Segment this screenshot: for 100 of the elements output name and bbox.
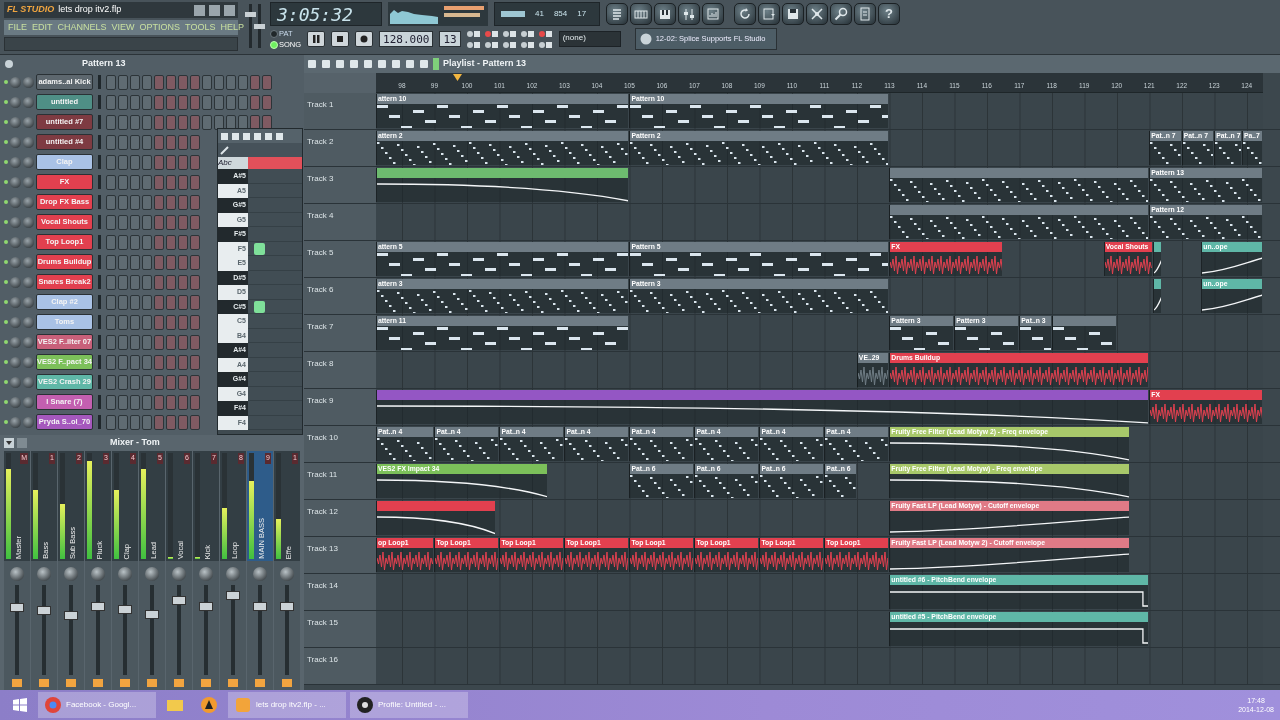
channel-led[interactable] bbox=[4, 240, 8, 244]
step-button[interactable] bbox=[154, 134, 164, 150]
volume-knob[interactable] bbox=[23, 196, 34, 208]
pan-knob[interactable] bbox=[91, 567, 105, 581]
step-button[interactable] bbox=[178, 94, 188, 110]
step-button[interactable] bbox=[154, 194, 164, 210]
volume-knob[interactable] bbox=[23, 156, 34, 168]
note-block[interactable] bbox=[254, 300, 265, 313]
step-button[interactable] bbox=[178, 254, 188, 270]
pan-knob[interactable] bbox=[10, 276, 21, 288]
channel-led[interactable] bbox=[4, 180, 8, 184]
track-name[interactable]: Track 5 bbox=[307, 248, 334, 257]
volume-knob[interactable] bbox=[23, 276, 34, 288]
option-toggle[interactable] bbox=[466, 29, 481, 39]
track-name[interactable]: Track 11 bbox=[307, 470, 338, 479]
pan-knob[interactable] bbox=[10, 416, 21, 428]
step-button[interactable] bbox=[142, 254, 152, 270]
step-button[interactable] bbox=[154, 414, 164, 430]
playlist-title[interactable]: Playlist - Pattern 13 bbox=[443, 57, 527, 71]
meter-button[interactable] bbox=[702, 3, 724, 25]
track-name[interactable]: Track 12 bbox=[307, 507, 338, 516]
option-toggle[interactable] bbox=[520, 29, 535, 39]
pan-knob[interactable] bbox=[226, 567, 240, 581]
step-button[interactable] bbox=[106, 334, 116, 350]
automation-clip[interactable] bbox=[376, 168, 629, 202]
track-name[interactable]: Track 9 bbox=[307, 396, 334, 405]
fader-handle[interactable] bbox=[91, 602, 105, 611]
volume-knob[interactable] bbox=[23, 396, 34, 408]
volume-knob[interactable] bbox=[23, 316, 34, 328]
fader-handle[interactable] bbox=[280, 602, 294, 611]
step-button[interactable] bbox=[154, 354, 164, 370]
tempo-display[interactable]: 128.000 bbox=[379, 31, 434, 48]
menu-item[interactable]: OPTIONS bbox=[139, 20, 181, 35]
step-button[interactable] bbox=[190, 154, 200, 170]
pattern-clip[interactable] bbox=[1051, 316, 1116, 350]
option-toggle[interactable] bbox=[538, 29, 553, 39]
step-button[interactable] bbox=[142, 294, 152, 310]
step-button[interactable] bbox=[142, 334, 152, 350]
track-name[interactable]: Track 7 bbox=[307, 322, 334, 331]
step-button[interactable] bbox=[262, 94, 272, 110]
volume-knob[interactable] bbox=[23, 356, 34, 368]
channel-led[interactable] bbox=[4, 120, 8, 124]
step-button[interactable] bbox=[178, 394, 188, 410]
channel-led[interactable] bbox=[4, 420, 8, 424]
step-button[interactable] bbox=[130, 274, 140, 290]
track-header[interactable]: Track 5 bbox=[303, 241, 376, 277]
channel-led[interactable] bbox=[4, 200, 8, 204]
volume-knob[interactable] bbox=[23, 116, 34, 128]
step-button[interactable] bbox=[118, 74, 128, 90]
track-name[interactable]: Track 16 bbox=[307, 655, 338, 664]
option-toggle[interactable] bbox=[520, 40, 535, 50]
pan-knob[interactable] bbox=[10, 96, 21, 108]
step-button[interactable] bbox=[166, 74, 176, 90]
channel-led[interactable] bbox=[4, 380, 8, 384]
track-header[interactable]: Track 2 bbox=[303, 130, 376, 166]
track-header[interactable]: Track 14 bbox=[303, 574, 376, 610]
channel-led[interactable] bbox=[4, 280, 8, 284]
step-button[interactable] bbox=[166, 94, 176, 110]
volume-knob[interactable] bbox=[23, 216, 34, 228]
step-button[interactable] bbox=[118, 274, 128, 290]
volume-knob[interactable] bbox=[23, 236, 34, 248]
step-button[interactable] bbox=[106, 254, 116, 270]
step-button[interactable] bbox=[118, 114, 128, 130]
step-button[interactable] bbox=[190, 314, 200, 330]
step-button[interactable] bbox=[130, 214, 140, 230]
option-toggle[interactable] bbox=[466, 40, 481, 50]
track-header[interactable]: Track 8 bbox=[303, 352, 376, 388]
step-button[interactable] bbox=[190, 174, 200, 190]
pause-button[interactable] bbox=[307, 31, 326, 48]
step-button[interactable] bbox=[106, 314, 116, 330]
option-toggle[interactable] bbox=[502, 29, 517, 39]
option-toggle[interactable] bbox=[502, 40, 517, 50]
track-header[interactable]: Track 3 bbox=[303, 167, 376, 203]
option-toggle[interactable] bbox=[484, 29, 499, 39]
step-button[interactable] bbox=[166, 414, 176, 430]
step-button[interactable] bbox=[166, 114, 176, 130]
fader-handle[interactable] bbox=[226, 590, 240, 600]
search-button[interactable] bbox=[830, 3, 852, 25]
track-header[interactable]: Track 6 bbox=[303, 278, 376, 314]
step-button[interactable] bbox=[142, 314, 152, 330]
menu-item[interactable]: FILE bbox=[8, 20, 27, 35]
step-button[interactable] bbox=[214, 74, 224, 90]
step-button[interactable] bbox=[190, 74, 200, 90]
step-button[interactable] bbox=[154, 334, 164, 350]
label-toggle[interactable]: Abc bbox=[218, 157, 248, 169]
step-button[interactable] bbox=[238, 74, 248, 90]
step-button[interactable] bbox=[130, 134, 140, 150]
step-button[interactable] bbox=[166, 174, 176, 190]
step-button[interactable] bbox=[106, 214, 116, 230]
step-button[interactable] bbox=[190, 114, 200, 130]
channel-led[interactable] bbox=[4, 400, 8, 404]
pan-knob[interactable] bbox=[199, 567, 213, 581]
step-button[interactable] bbox=[106, 374, 116, 390]
menu-item[interactable]: TOOLS bbox=[185, 20, 216, 35]
step-button[interactable] bbox=[118, 94, 128, 110]
step-button[interactable] bbox=[190, 234, 200, 250]
step-button[interactable] bbox=[118, 174, 128, 190]
pattern-number[interactable]: 13 bbox=[439, 31, 461, 48]
step-button[interactable] bbox=[166, 354, 176, 370]
step-button[interactable] bbox=[178, 234, 188, 250]
